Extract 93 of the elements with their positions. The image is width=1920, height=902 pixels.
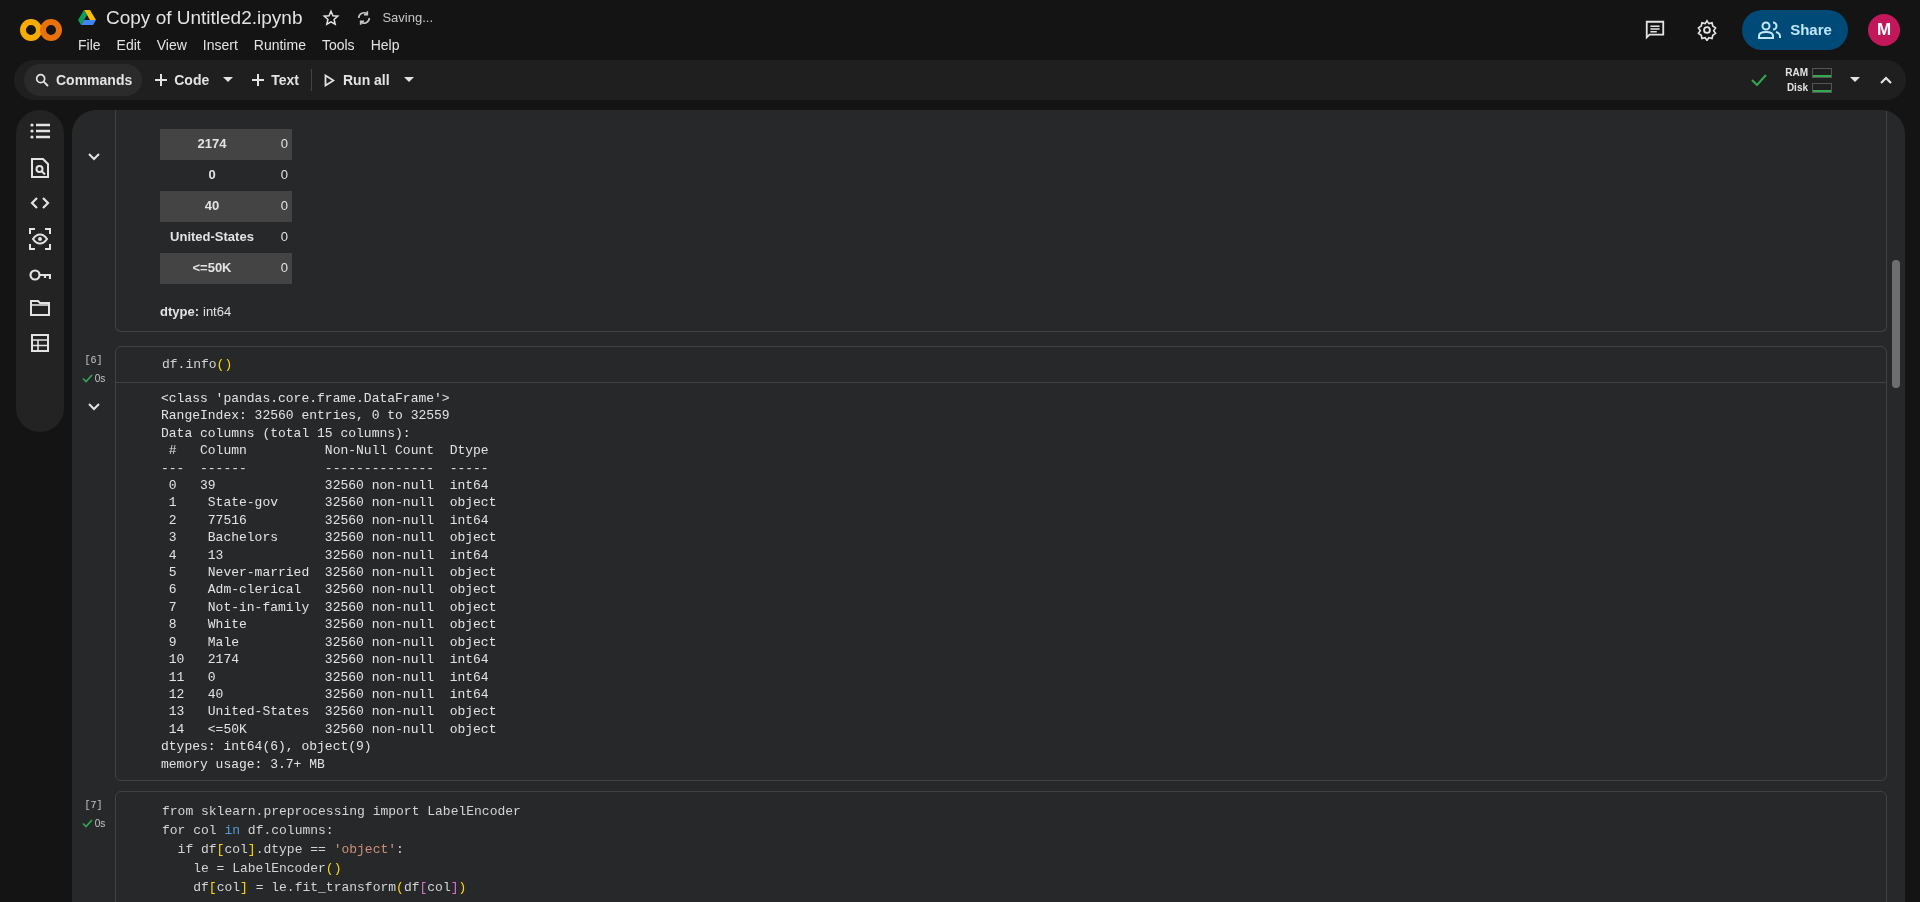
output-line: Data columns (total 15 columns): <box>161 424 412 443</box>
row-value: 0 <box>279 228 289 247</box>
code-line: df[col] = le.fit_transform(df[col]) <box>192 878 468 897</box>
key-icon[interactable] <box>29 268 51 282</box>
execution-count: [6] <box>84 354 103 368</box>
play-icon <box>324 73 335 87</box>
check-icon <box>1751 74 1768 86</box>
run-duration: 0s <box>94 816 106 831</box>
menu-item[interactable]: Edit <box>116 35 141 57</box>
plus-icon <box>251 73 266 87</box>
menu-item[interactable]: View <box>156 35 187 57</box>
output-line: 1 State-gov 32560 non-null object <box>167 494 498 512</box>
row-label: United-States <box>169 228 255 247</box>
chevron-icon[interactable] <box>87 153 100 161</box>
dtype-label: dtype: <box>160 302 199 321</box>
caret-icon[interactable] <box>403 77 414 83</box>
output-line: 2 77516 32560 non-null int64 <box>167 511 490 530</box>
output-line: 3 Bachelors 32560 non-null object <box>167 529 498 547</box>
output-line: <class 'pandas.core.frame.DataFrame'> <box>161 390 451 408</box>
row-value: 0 <box>279 197 289 216</box>
colab-logo-icon <box>20 18 62 42</box>
output-line: 6 Adm-clerical 32560 non-null object <box>167 581 498 599</box>
output-line: RangeIndex: 32560 entries, 0 to 32559 <box>161 407 451 425</box>
code-editor[interactable]: from sklearn.preprocessing import LabelEncoder for col in df.columns: if df[col].dtype == 'object': le = LabelEncoder() df[col] = le.fit_transform(df[col]) <box>116 791 1886 902</box>
code-icon[interactable] <box>30 196 50 210</box>
output-line: 13 United-States 32560 non-null object <box>167 703 498 721</box>
plus-icon <box>154 73 169 87</box>
code-editor[interactable]: df.info() <box>116 347 1886 382</box>
menu-item[interactable]: Tools <box>321 35 355 57</box>
usage-meter <box>1812 67 1832 78</box>
search-icon <box>34 72 50 88</box>
caret-icon[interactable] <box>223 77 234 83</box>
commands-button[interactable]: Commands <box>24 64 143 96</box>
add-text-button[interactable]: Text <box>247 64 303 96</box>
menu-item[interactable]: Help <box>370 35 400 57</box>
dtype-value: int64 <box>203 302 232 321</box>
save-status: Saving... <box>382 9 434 28</box>
code-line: le = LabelEncoder() <box>192 859 343 878</box>
code-line: from sklearn.preprocessing import LabelEncoder <box>162 802 522 821</box>
row-label: <=50K <box>191 259 233 278</box>
run-all-button[interactable]: Run all <box>320 64 394 96</box>
settings-icon[interactable] <box>1696 19 1718 41</box>
check-icon <box>81 374 93 383</box>
sync-icon <box>356 10 373 26</box>
row-label: 0 <box>207 166 217 185</box>
notebook-title[interactable]: Copy of Untitled2.ipynb <box>106 3 303 33</box>
check-icon <box>81 818 93 828</box>
menu-item[interactable]: File <box>78 35 101 57</box>
row-value: 0 <box>279 135 289 154</box>
code-line: df.info() <box>162 356 234 374</box>
drive-icon[interactable] <box>78 10 96 26</box>
output-line: 7 Not-in-family 32560 non-null object <box>167 598 498 617</box>
output-line: 5 Never-married 32560 non-null object <box>167 564 498 582</box>
row-value: 0 <box>279 166 289 185</box>
folder-icon[interactable] <box>30 300 50 316</box>
caret-icon[interactable] <box>1850 77 1860 83</box>
output-line: 0 39 32560 non-null int64 <box>167 477 490 495</box>
output-line: 14 <=50K 32560 non-null object <box>167 720 498 739</box>
row-label: 40 <box>203 197 221 216</box>
code-line: if df[col].dtype == 'object': <box>176 840 405 859</box>
resource-label: Disk <box>1786 81 1808 95</box>
table-icon[interactable] <box>31 334 49 352</box>
star-icon[interactable] <box>322 9 341 27</box>
output-line: --- ------ -------------- ----- <box>161 459 490 478</box>
output-line: memory usage: 3.7+ MB <box>161 755 326 773</box>
output-line: 12 40 32560 non-null int64 <box>167 685 490 704</box>
chevron-icon[interactable] <box>87 403 100 411</box>
code-line: for col in df.columns: <box>162 821 335 840</box>
share-button[interactable]: Share <box>1742 10 1848 50</box>
output-line: 8 White 32560 non-null object <box>167 616 498 634</box>
scrollbar-thumb[interactable] <box>1892 260 1900 388</box>
usage-meter <box>1812 82 1832 93</box>
find-icon[interactable] <box>31 158 49 178</box>
user-avatar[interactable]: M <box>1868 14 1900 46</box>
output-line: 10 2174 32560 non-null int64 <box>167 651 490 669</box>
comment-icon[interactable] <box>1644 19 1666 41</box>
output-line: 4 13 32560 non-null int64 <box>167 546 490 565</box>
people-icon <box>1758 21 1783 39</box>
output-line: # Column Non-Null Count Dtype <box>167 442 490 460</box>
output-line: 9 Male 32560 non-null object <box>167 633 498 652</box>
output-line: dtypes: int64(6), object(9) <box>161 738 373 756</box>
resource-label: RAM <box>1785 66 1808 80</box>
row-label: 2174 <box>196 135 228 154</box>
run-duration: 0s <box>94 372 106 386</box>
table-of-contents-icon[interactable] <box>30 122 50 140</box>
collapse-icon[interactable] <box>1880 76 1892 84</box>
menu-item[interactable]: Runtime <box>253 35 306 57</box>
menu-item[interactable]: Insert <box>202 35 238 57</box>
eye-icon[interactable] <box>29 228 51 250</box>
output-line: 11 0 32560 non-null int64 <box>167 668 490 686</box>
row-value: 0 <box>279 259 289 278</box>
add-code-button[interactable]: Code <box>150 64 214 96</box>
execution-count: [7] <box>84 798 103 813</box>
